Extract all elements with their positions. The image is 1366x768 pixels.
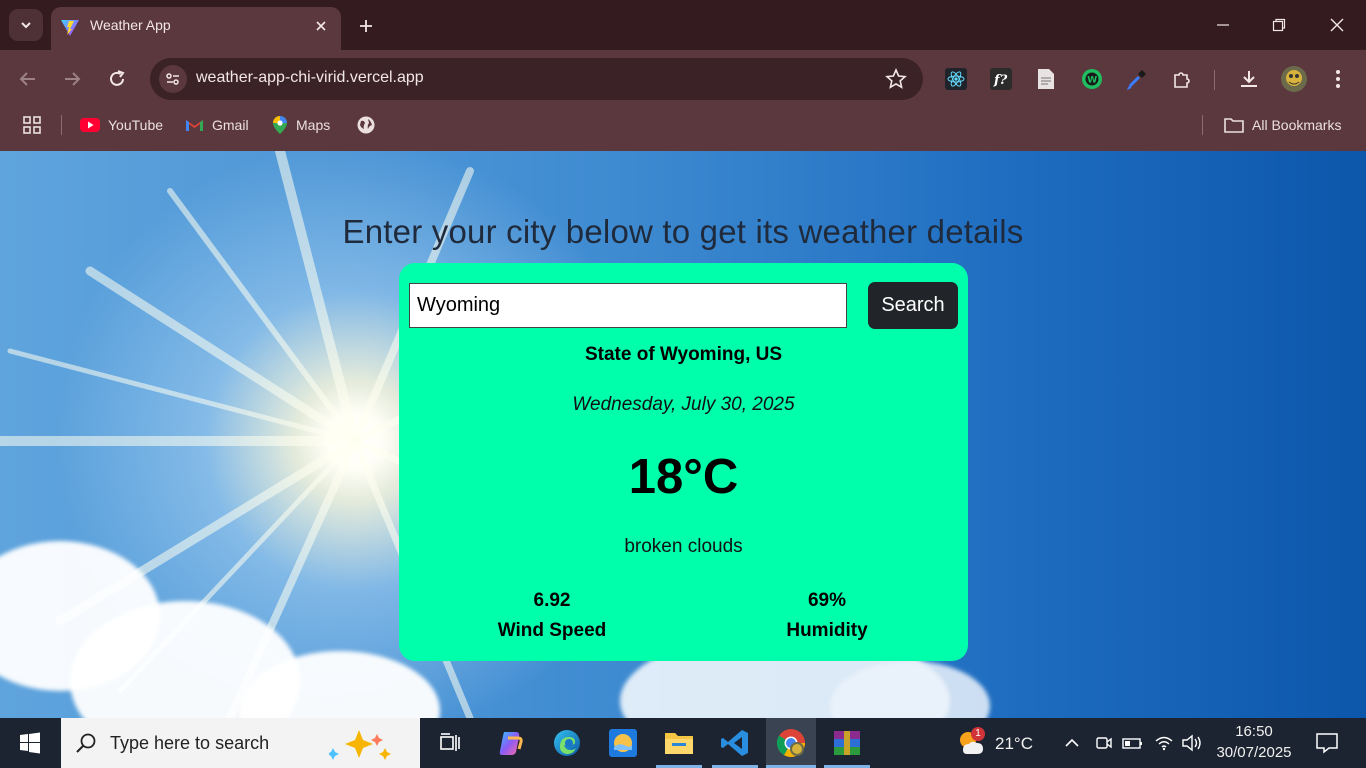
site-info-icon[interactable] bbox=[159, 65, 187, 93]
apps-grid-icon[interactable] bbox=[22, 114, 42, 136]
new-tab-icon[interactable] bbox=[353, 13, 379, 39]
clock-date: 30/07/2025 bbox=[1216, 744, 1292, 761]
search-button[interactable]: Search bbox=[868, 282, 958, 329]
folder-icon bbox=[1224, 118, 1244, 133]
tab-search-button[interactable] bbox=[9, 9, 43, 41]
page-heading: Enter your city below to get its weather… bbox=[342, 213, 1024, 250]
tab-weather-app[interactable]: Weather App bbox=[51, 7, 341, 50]
vscode-icon[interactable] bbox=[718, 726, 752, 760]
address-bar[interactable]: weather-app-chi-virid.vercel.app bbox=[150, 58, 923, 100]
battery-icon[interactable] bbox=[1121, 726, 1145, 760]
edge-icon[interactable] bbox=[550, 726, 584, 760]
tab-strip: Weather App bbox=[0, 0, 1366, 50]
file-explorer-icon[interactable] bbox=[662, 726, 696, 760]
weather-badge: 1 bbox=[971, 727, 985, 741]
color-picker-icon[interactable] bbox=[1125, 67, 1149, 91]
wind-speed-stat: 6.92 Wind Speed bbox=[452, 586, 652, 646]
start-button[interactable] bbox=[0, 718, 60, 768]
minimize-icon[interactable] bbox=[1208, 10, 1238, 40]
bookmark-star-icon[interactable] bbox=[885, 68, 907, 90]
copilot-icon[interactable] bbox=[494, 726, 528, 760]
clock-time: 16:50 bbox=[1235, 723, 1273, 740]
document-icon[interactable] bbox=[1034, 67, 1058, 91]
all-bookmarks-button[interactable]: All Bookmarks bbox=[1224, 114, 1341, 136]
wind-speed-value: 6.92 bbox=[533, 590, 571, 611]
svg-text:W: W bbox=[1087, 76, 1097, 86]
bookmark-label: Maps bbox=[296, 117, 331, 133]
gmail-icon bbox=[186, 120, 203, 131]
download-icon[interactable] bbox=[1237, 67, 1261, 91]
browser-toolbar: weather-app-chi-virid.vercel.app f? W Yo… bbox=[0, 50, 1366, 151]
volume-icon[interactable] bbox=[1180, 726, 1204, 760]
forward-icon[interactable] bbox=[57, 64, 87, 94]
all-bookmarks-label: All Bookmarks bbox=[1252, 117, 1342, 133]
chevron-down-icon bbox=[21, 22, 31, 29]
bookmark-maps[interactable]: Maps bbox=[272, 114, 330, 136]
close-tab-icon[interactable] bbox=[311, 16, 331, 36]
notifications-icon[interactable] bbox=[1310, 726, 1344, 760]
weather-date: Wednesday, July 30, 2025 bbox=[572, 394, 795, 415]
bookmarks-divider-right bbox=[1202, 115, 1203, 135]
extensions-puzzle-icon[interactable] bbox=[1170, 67, 1194, 91]
url-text: weather-app-chi-virid.vercel.app bbox=[196, 69, 424, 86]
chrome-icon[interactable] bbox=[774, 726, 808, 760]
humidity-label: Humidity bbox=[786, 620, 868, 641]
reload-icon[interactable] bbox=[102, 64, 132, 94]
search-icon bbox=[76, 733, 96, 753]
weather-description: broken clouds bbox=[624, 536, 743, 557]
humidity-stat: 69% Humidity bbox=[727, 586, 927, 646]
svg-text:f?: f? bbox=[993, 73, 1008, 88]
photos-app-icon[interactable] bbox=[606, 726, 640, 760]
globe-icon bbox=[357, 116, 375, 134]
bookmark-label: YouTube bbox=[108, 117, 164, 133]
vite-logo-icon bbox=[61, 20, 79, 36]
wifi-icon[interactable] bbox=[1152, 726, 1176, 760]
profile-avatar[interactable] bbox=[1280, 65, 1307, 92]
taskbar-search-placeholder: Type here to search bbox=[110, 733, 270, 753]
wind-speed-label: Wind Speed bbox=[497, 620, 607, 641]
weather-page: Enter your city below to get its weather… bbox=[0, 151, 1366, 718]
youtube-icon bbox=[80, 118, 100, 132]
maps-icon bbox=[273, 116, 287, 134]
extension-w-icon[interactable]: W bbox=[1080, 67, 1104, 91]
restore-icon[interactable] bbox=[1264, 10, 1294, 40]
windows-logo-icon bbox=[20, 732, 40, 754]
temperature: 18°C bbox=[628, 450, 739, 504]
weather-card: Search State of Wyoming, US Wednesday, J… bbox=[399, 263, 968, 661]
bookmark-youtube[interactable]: YouTube bbox=[80, 114, 163, 136]
weather-temp: 21°C bbox=[995, 734, 1033, 753]
weather-widget[interactable]: 1 21°C bbox=[955, 726, 1035, 760]
close-window-icon[interactable] bbox=[1322, 10, 1352, 40]
react-devtools-icon[interactable] bbox=[944, 67, 968, 91]
windows-taskbar: Type here to search 1 21°C 16:50 30/07/2… bbox=[0, 718, 1366, 768]
location-name: State of Wyoming, US bbox=[584, 344, 783, 365]
camera-icon[interactable] bbox=[1092, 726, 1116, 760]
bookmark-label: Gmail bbox=[212, 117, 249, 133]
show-hidden-icons-chevron-icon[interactable] bbox=[1060, 726, 1084, 760]
humidity-value: 69% bbox=[807, 590, 847, 611]
bookmarks-divider bbox=[61, 115, 62, 135]
font-finder-icon[interactable]: f? bbox=[989, 67, 1013, 91]
toolbar-divider bbox=[1214, 70, 1215, 90]
bookmark-gmail[interactable]: Gmail bbox=[185, 114, 249, 136]
bookmark-globe[interactable] bbox=[356, 114, 376, 136]
winrar-icon[interactable] bbox=[830, 726, 864, 760]
city-search-input[interactable] bbox=[409, 283, 847, 328]
tab-title: Weather App bbox=[90, 17, 171, 33]
kebab-menu-icon[interactable] bbox=[1326, 67, 1350, 91]
taskbar-search-box[interactable]: Type here to search bbox=[61, 718, 420, 768]
back-icon[interactable] bbox=[13, 64, 43, 94]
clock[interactable]: 16:50 30/07/2025 bbox=[1212, 722, 1296, 764]
task-view-icon[interactable] bbox=[433, 726, 467, 760]
copilot-sparkle-icon bbox=[329, 730, 391, 760]
